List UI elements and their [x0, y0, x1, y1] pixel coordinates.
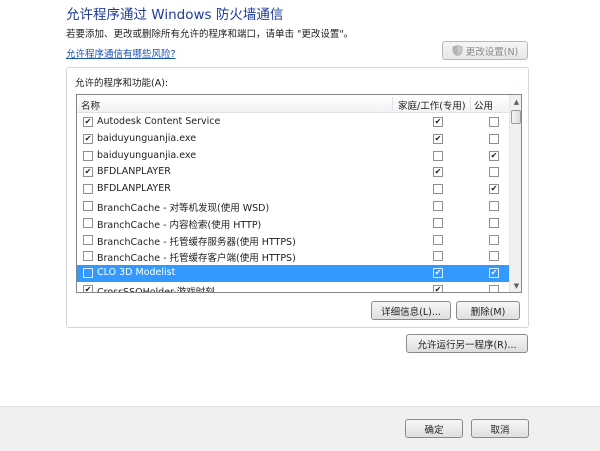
- home-work-checkbox[interactable]: [433, 251, 443, 262]
- public-checkbox[interactable]: [489, 117, 499, 127]
- allow-another-program-button[interactable]: 允许运行另一程序(R)...: [406, 334, 528, 353]
- public-checkbox[interactable]: ✔: [489, 150, 499, 161]
- home-work-checkbox[interactable]: [433, 200, 443, 211]
- program-name: CrossSSOHolder-游戏时刻: [97, 286, 215, 293]
- program-name: BranchCache - 托管缓存服务器(使用 HTTPS): [97, 236, 296, 248]
- program-name: BFDLANPLAYER: [97, 183, 171, 195]
- home-work-checkbox[interactable]: [433, 150, 443, 161]
- enabled-checkbox[interactable]: ✔: [83, 117, 93, 127]
- details-button[interactable]: 详细信息(L)...: [371, 301, 451, 320]
- program-name: BFDLANPLAYER: [97, 166, 171, 178]
- column-divider[interactable]: [470, 97, 471, 111]
- page-title: 允许程序通过 Windows 防火墙通信: [66, 7, 284, 23]
- program-name: BranchCache - 托管缓存客户端(使用 HTTPS): [97, 253, 296, 265]
- program-name: Autodesk Content Service: [97, 116, 221, 127]
- scroll-down-arrow-icon[interactable]: ▼: [510, 279, 521, 292]
- firewall-allowed-programs-window: 允许程序通过 Windows 防火墙通信 若要添加、更改或删除所有允许的程序和端…: [0, 0, 600, 451]
- program-row[interactable]: BranchCache - 对等机发现(使用 WSD): [77, 198, 509, 215]
- uac-shield-icon: [452, 45, 463, 56]
- program-row[interactable]: BFDLANPLAYER ✔: [77, 181, 509, 198]
- checkmark-icon: ✔: [490, 150, 498, 160]
- home-work-checkbox[interactable]: ✔: [433, 117, 443, 127]
- home-work-checkbox[interactable]: ✔: [433, 284, 443, 293]
- public-checkbox[interactable]: ✔: [489, 184, 499, 195]
- enabled-checkbox[interactable]: ✔: [83, 133, 93, 144]
- enabled-checkbox[interactable]: [83, 184, 93, 195]
- home-work-checkbox[interactable]: [433, 217, 443, 228]
- change-settings-button[interactable]: 更改设置(N): [442, 41, 528, 60]
- program-row[interactable]: BranchCache - 内容检索(使用 HTTP): [77, 215, 509, 232]
- program-row[interactable]: ✔ baiduyunguanjia.exe ✔: [77, 131, 509, 148]
- allowed-programs-list[interactable]: 名称 家庭/工作(专用) 公用 ✔ Autodesk Content Servic…: [76, 94, 522, 293]
- list-header: 名称 家庭/工作(专用) 公用: [77, 95, 509, 113]
- program-name: BranchCache - 对等机发现(使用 WSD): [97, 202, 270, 214]
- allowed-programs-group: 允许的程序和功能(A): 名称 家庭/工作(专用) 公用 ✔ Autodesk C…: [66, 67, 529, 328]
- program-rows: ✔ Autodesk Content Service ✔ ✔ baiduyunguanj…: [77, 114, 509, 293]
- enabled-checkbox[interactable]: [83, 217, 93, 228]
- checkmark-icon: ✔: [490, 184, 498, 194]
- allowed-programs-label: 允许的程序和功能(A):: [75, 78, 169, 89]
- program-row[interactable]: CLO 3D Modelist ✔ ✔: [77, 265, 509, 282]
- risk-help-link[interactable]: 允许程序通信有哪些风险?: [66, 46, 176, 60]
- checkmark-icon: ✔: [434, 167, 442, 177]
- checkmark-icon: ✔: [434, 268, 442, 278]
- home-work-checkbox[interactable]: ✔: [433, 268, 443, 279]
- checkmark-icon: ✔: [84, 284, 92, 293]
- column-header-name[interactable]: 名称: [81, 98, 100, 112]
- public-checkbox[interactable]: [489, 234, 499, 245]
- public-checkbox[interactable]: [489, 284, 499, 292]
- enabled-checkbox[interactable]: [83, 251, 93, 262]
- checkmark-icon: ✔: [84, 117, 92, 126]
- program-name: BranchCache - 内容检索(使用 HTTP): [97, 219, 262, 231]
- checkmark-icon: ✔: [434, 133, 442, 143]
- public-checkbox[interactable]: [489, 251, 499, 262]
- home-work-checkbox[interactable]: [433, 184, 443, 195]
- program-name: baiduyunguanjia.exe: [97, 149, 197, 161]
- program-row[interactable]: ✔ BFDLANPLAYER ✔: [77, 164, 509, 181]
- checkmark-icon: ✔: [84, 167, 92, 177]
- program-row[interactable]: BranchCache - 托管缓存客户端(使用 HTTPS): [77, 248, 509, 265]
- scrollbar-thumb[interactable]: [511, 110, 521, 124]
- public-checkbox[interactable]: [489, 133, 499, 144]
- program-row[interactable]: ✔ Autodesk Content Service ✔: [77, 114, 509, 131]
- checkmark-icon: ✔: [84, 133, 92, 143]
- instruction-text: 若要添加、更改或删除所有允许的程序和端口，请单击 "更改设置"。: [66, 29, 354, 40]
- program-name: baiduyunguanjia.exe: [97, 132, 197, 144]
- public-checkbox[interactable]: [489, 217, 499, 228]
- change-settings-label: 更改设置(N): [465, 46, 519, 58]
- checkmark-icon: ✔: [434, 284, 442, 293]
- program-name: CLO 3D Modelist: [97, 267, 176, 279]
- column-divider[interactable]: [392, 97, 393, 111]
- enabled-checkbox[interactable]: [83, 268, 93, 279]
- public-checkbox[interactable]: [489, 167, 499, 178]
- home-work-checkbox[interactable]: ✔: [433, 167, 443, 178]
- program-row[interactable]: baiduyunguanjia.exe ✔: [77, 148, 509, 165]
- checkmark-icon: ✔: [434, 117, 442, 126]
- column-header-home-work[interactable]: 家庭/工作(专用): [398, 98, 466, 112]
- scroll-up-arrow-icon[interactable]: ▲: [510, 95, 521, 108]
- enabled-checkbox[interactable]: [83, 150, 93, 161]
- program-row[interactable]: ✔ CrossSSOHolder-游戏时刻 ✔: [77, 282, 509, 293]
- home-work-checkbox[interactable]: ✔: [433, 133, 443, 144]
- enabled-checkbox[interactable]: [83, 234, 93, 245]
- public-checkbox[interactable]: [489, 200, 499, 211]
- enabled-checkbox[interactable]: [83, 200, 93, 211]
- checkmark-icon: ✔: [490, 268, 498, 278]
- home-work-checkbox[interactable]: [433, 234, 443, 245]
- cancel-button[interactable]: 取消: [471, 419, 529, 438]
- remove-button[interactable]: 删除(M): [456, 301, 520, 320]
- enabled-checkbox[interactable]: ✔: [83, 167, 93, 178]
- enabled-checkbox[interactable]: ✔: [83, 284, 93, 293]
- ok-button[interactable]: 确定: [405, 419, 463, 438]
- vertical-scrollbar[interactable]: ▲ ▼: [509, 95, 521, 292]
- public-checkbox[interactable]: ✔: [489, 268, 499, 279]
- program-row[interactable]: BranchCache - 托管缓存服务器(使用 HTTPS): [77, 232, 509, 249]
- column-header-public[interactable]: 公用: [474, 98, 493, 112]
